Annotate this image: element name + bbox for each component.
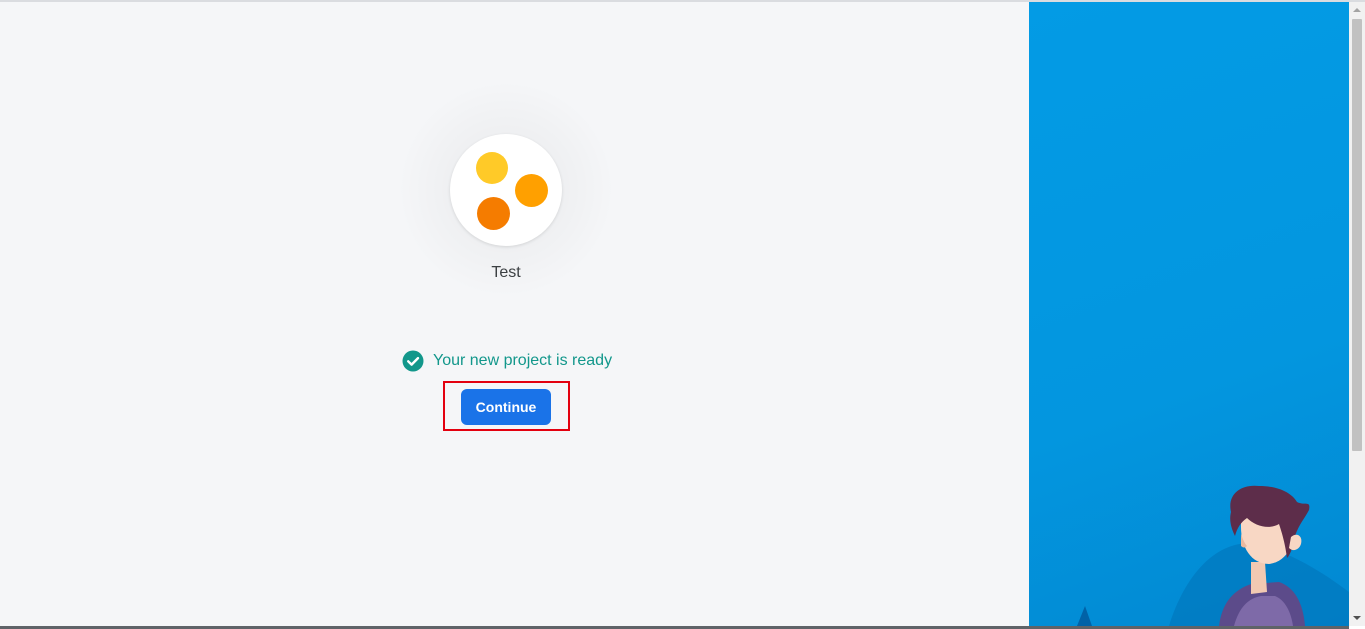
- logo-dot-amber: [515, 174, 548, 207]
- logo-dot-yellow: [476, 152, 508, 184]
- project-name: Test: [491, 264, 521, 281]
- logo-dot-orange: [477, 197, 510, 230]
- project-created-pane: Test Your new project is ready Continue: [0, 2, 1029, 626]
- scroll-down-arrow-icon[interactable]: [1349, 610, 1365, 626]
- check-circle-icon: [402, 350, 424, 372]
- vertical-scrollbar[interactable]: [1349, 2, 1365, 626]
- side-panel: [1029, 2, 1349, 626]
- continue-button[interactable]: Continue: [461, 389, 551, 425]
- status-message: Your new project is ready: [433, 352, 613, 369]
- scroll-up-arrow-icon[interactable]: [1349, 2, 1365, 18]
- scrollbar-thumb[interactable]: [1352, 19, 1362, 451]
- person-illustration: [1077, 485, 1349, 626]
- project-logo: [450, 134, 562, 246]
- browser-viewport: Test Your new project is ready Continue: [0, 0, 1365, 629]
- status-row: Your new project is ready: [402, 350, 612, 372]
